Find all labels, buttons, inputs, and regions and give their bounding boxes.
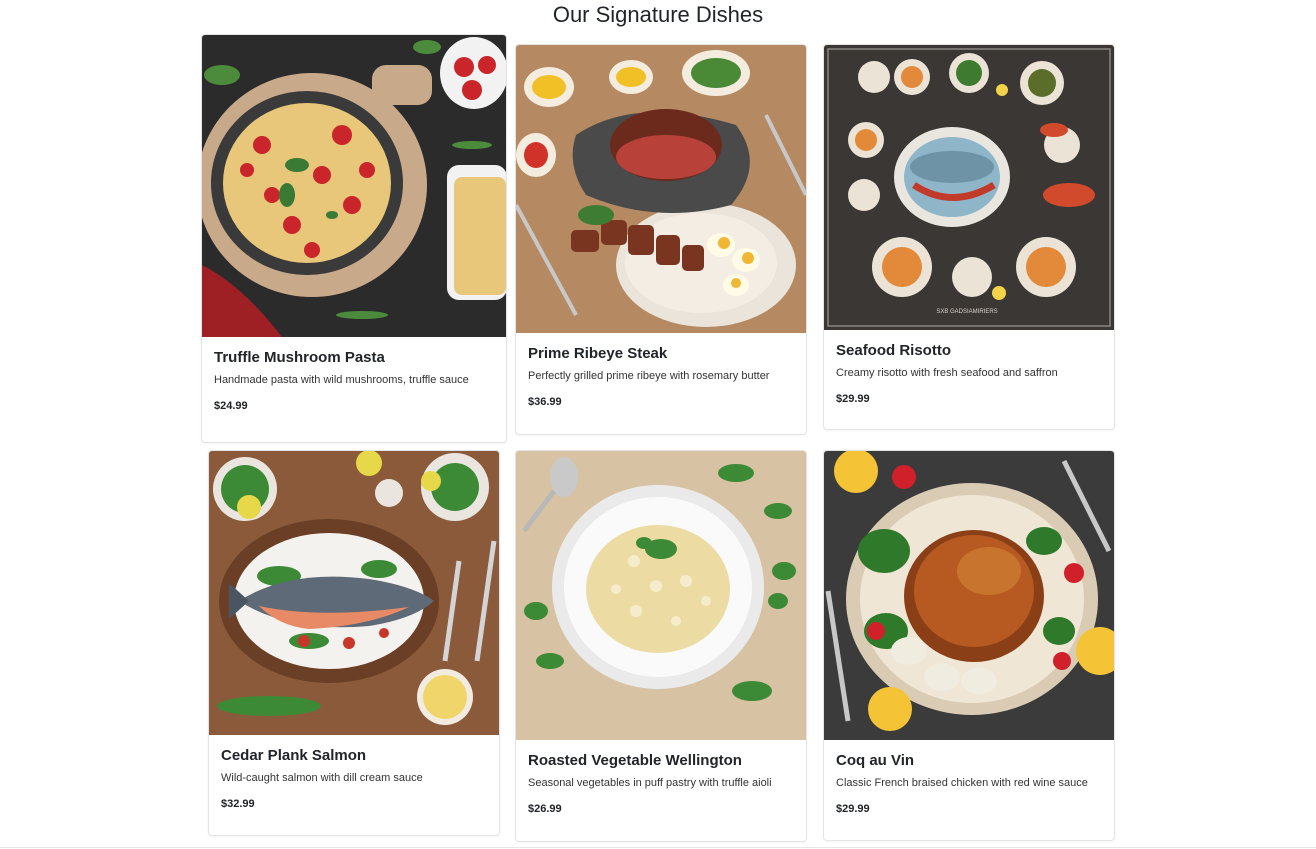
dish-card[interactable]: SXB GADSIAMIRIERS Seafood Risotto Creamy… (823, 44, 1115, 430)
roast-chicken-photo (824, 451, 1114, 740)
dish-price: $26.99 (528, 803, 562, 815)
dish-description: Classic French braised chicken with red … (836, 777, 1088, 789)
seafood-platter-photo: SXB GADSIAMIRIERS (824, 45, 1114, 330)
section-divider (0, 847, 1316, 848)
dish-card[interactable]: Cedar Plank Salmon Wild-caught salmon wi… (208, 450, 500, 836)
dish-price: $32.99 (221, 798, 255, 810)
dish-price: $24.99 (214, 400, 248, 412)
steak-dish-photo (516, 45, 806, 333)
dish-name: Seafood Risotto (836, 342, 951, 359)
image-caption: SXB GADSIAMIRIERS (936, 309, 997, 315)
dish-price: $29.99 (836, 803, 870, 815)
salmon-dish-photo (209, 451, 499, 735)
dish-description: Handmade pasta with wild mushrooms, truf… (214, 374, 469, 386)
dish-card[interactable]: Truffle Mushroom Pasta Handmade pasta wi… (201, 34, 507, 443)
pasta-dish-photo (202, 35, 506, 337)
dish-description: Seasonal vegetables in puff pastry with … (528, 777, 772, 789)
dish-description: Perfectly grilled prime ribeye with rose… (528, 370, 770, 382)
menu-page: Our Signature Dishes Truffle Mushroom Pa… (0, 0, 1316, 849)
dish-card[interactable]: Roasted Vegetable Wellington Seasonal ve… (515, 450, 807, 842)
dish-name: Roasted Vegetable Wellington (528, 752, 742, 769)
section-title: Our Signature Dishes (552, 2, 764, 27)
dish-name: Coq au Vin (836, 752, 915, 769)
dish-price: $36.99 (528, 396, 562, 408)
risotto-dish-photo (516, 451, 806, 740)
dish-description: Creamy risotto with fresh seafood and sa… (836, 367, 1058, 379)
dish-price: $29.99 (836, 393, 870, 405)
dish-name: Cedar Plank Salmon (221, 747, 367, 764)
dish-card[interactable]: Prime Ribeye Steak Perfectly grilled pri… (515, 44, 807, 435)
dish-card[interactable]: Coq au Vin Classic French braised chicke… (823, 450, 1115, 841)
dish-description: Wild-caught salmon with dill cream sauce (221, 772, 423, 784)
dish-name: Prime Ribeye Steak (528, 345, 668, 362)
dish-name: Truffle Mushroom Pasta (214, 349, 385, 366)
